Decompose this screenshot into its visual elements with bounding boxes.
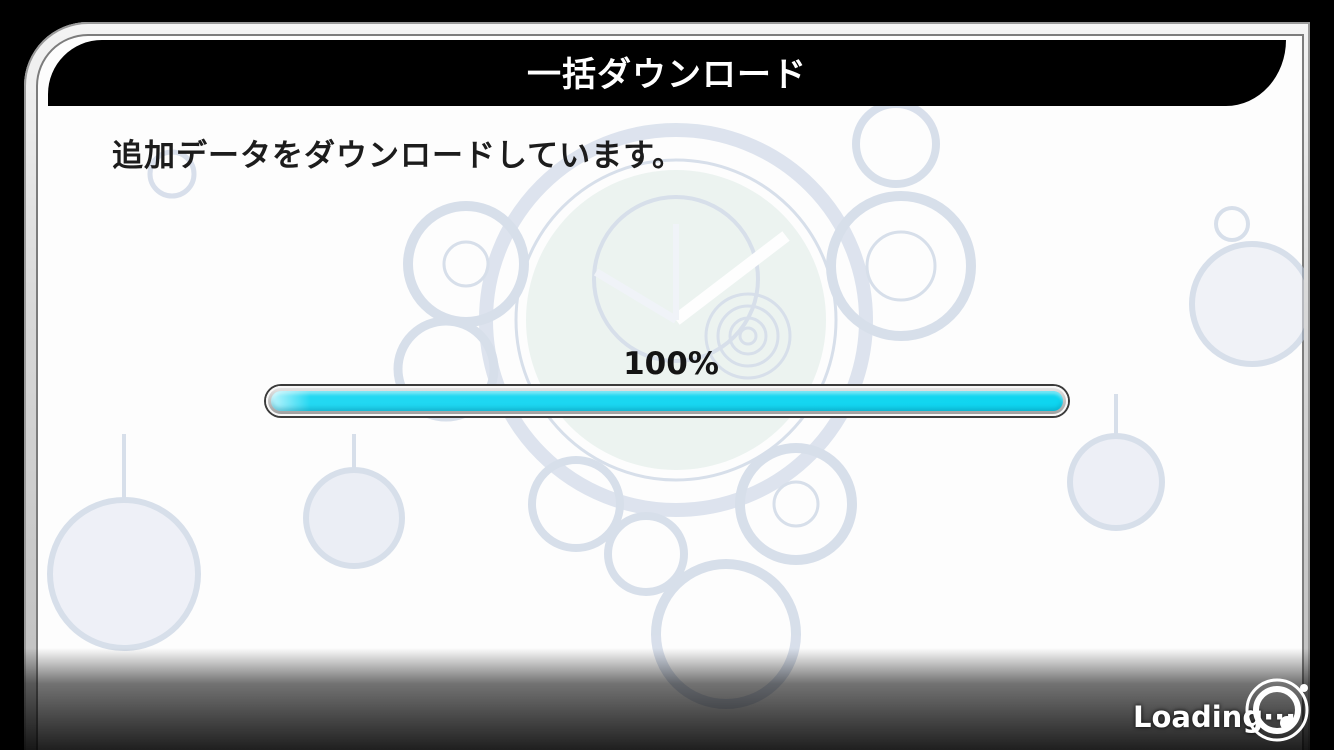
title-bar: 一括ダウンロード <box>48 40 1286 106</box>
download-dialog: 一括ダウンロード 追加データをダウンロードしています。 100% <box>24 22 1310 750</box>
bottom-shade <box>0 648 1334 750</box>
progress-bar-fill <box>271 391 1063 411</box>
screen: 一括ダウンロード 追加データをダウンロードしています。 100% Loading… <box>0 0 1334 750</box>
loading-spinner-icon <box>1245 678 1309 742</box>
dialog-title: 一括ダウンロード <box>527 55 807 95</box>
dialog-body: 一括ダウンロード 追加データをダウンロードしています。 100% <box>36 34 1304 750</box>
progress-bar <box>266 386 1068 416</box>
progress-percent-label: 100% <box>623 346 719 382</box>
download-status-message: 追加データをダウンロードしています。 <box>112 138 684 174</box>
